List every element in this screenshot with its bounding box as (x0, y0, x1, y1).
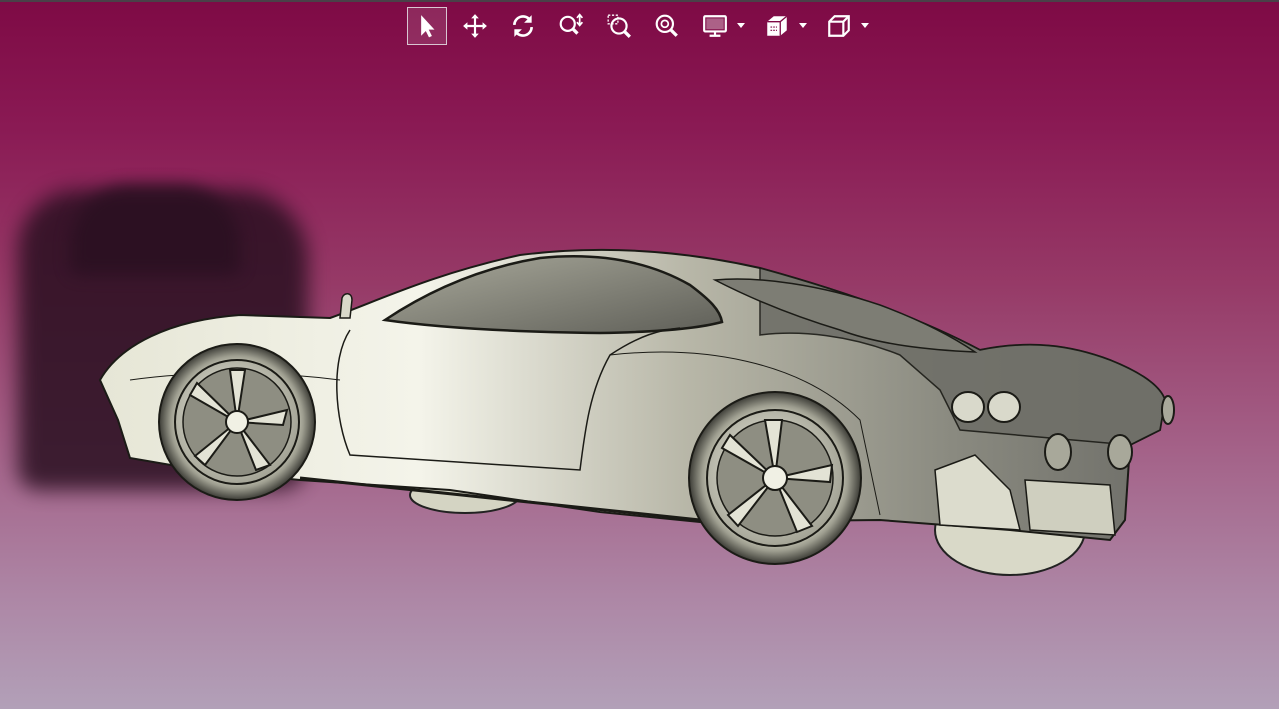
zoom-window-icon (607, 14, 631, 38)
chevron-down-icon (799, 23, 807, 28)
zoom-fit-button[interactable] (647, 7, 687, 45)
move-arrows-icon (463, 14, 487, 38)
select-tool-button[interactable] (407, 7, 447, 45)
rear-diffuser-right (1024, 479, 1116, 536)
pan-tool-button[interactable] (455, 7, 495, 45)
section-view-group (757, 7, 809, 45)
sports-car-model[interactable] (0, 0, 1279, 709)
zoom-window-button[interactable] (599, 7, 639, 45)
display-mode-group (695, 7, 747, 45)
view-orientation-dropdown[interactable] (859, 7, 871, 45)
front-wheel (158, 343, 316, 501)
chevron-down-icon (861, 23, 869, 28)
cube-view-icon (828, 15, 850, 37)
section-plane-icon (767, 15, 788, 36)
chevron-down-icon (737, 23, 745, 28)
cursor-arrow-icon (421, 15, 435, 38)
side-mirror (339, 293, 353, 319)
monitor-icon (703, 15, 727, 37)
rotate-tool-button[interactable] (503, 7, 543, 45)
view-toolbar (407, 6, 881, 46)
zoom-fit-icon (655, 14, 678, 37)
zoom-in-out-icon (559, 13, 584, 35)
zoom-tool-button[interactable] (551, 7, 591, 45)
view-orientation-group (819, 7, 871, 45)
view-orientation-button[interactable] (819, 7, 859, 45)
rear-wheel (688, 391, 862, 565)
3d-viewport[interactable] (0, 0, 1279, 709)
display-mode-button[interactable] (695, 7, 735, 45)
display-mode-dropdown[interactable] (735, 7, 747, 45)
rotate-icon (513, 15, 533, 37)
section-view-button[interactable] (757, 7, 797, 45)
section-view-dropdown[interactable] (797, 7, 809, 45)
